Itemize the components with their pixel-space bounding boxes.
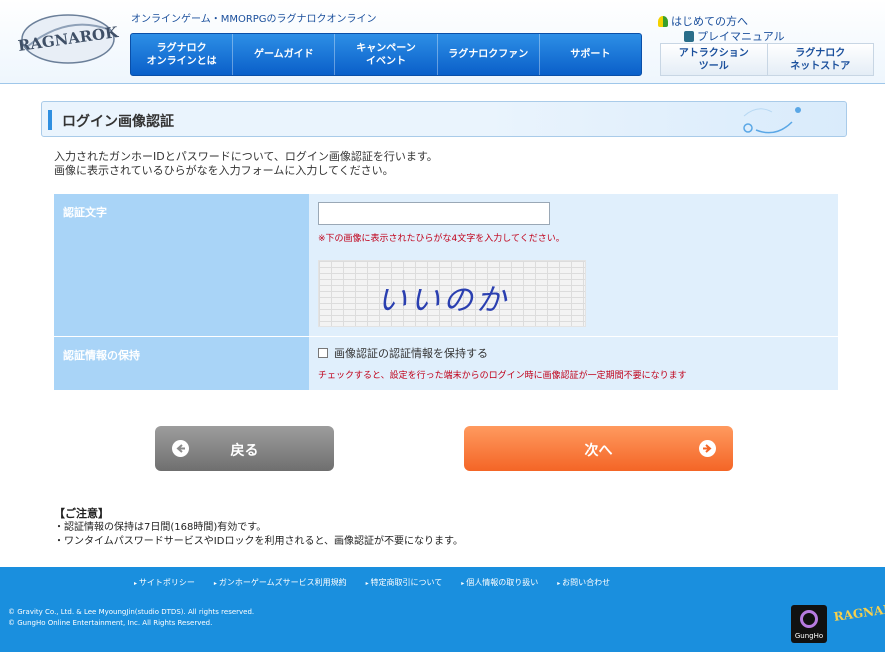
captcha-image: いいのか bbox=[318, 260, 586, 327]
main-nav: ラグナロク オンラインとは ゲームガイド キャンペーン イベント ラグナロクファ… bbox=[130, 33, 642, 76]
beginner-link-row[interactable]: はじめての方へ bbox=[658, 14, 785, 29]
copyright-line-1: © Gravity Co., Ltd. & Lee MyoungJin(stud… bbox=[8, 608, 255, 616]
attraction-tool-button[interactable]: アトラクション ツール bbox=[661, 44, 768, 75]
ragnarok-logo[interactable]: RAGNAROK bbox=[16, 6, 120, 72]
manual-link-row[interactable]: プレイマニュアル bbox=[684, 29, 785, 44]
title-accent bbox=[48, 110, 52, 130]
nav-support[interactable]: サポート bbox=[540, 34, 641, 75]
bubble-decoration-icon bbox=[743, 107, 801, 134]
copyright-line-2: © GungHo Online Entertainment, Inc. All … bbox=[8, 619, 213, 627]
intro-line-1: 入力されたガンホーIDとパスワードについて、ログイン画像認証を行います。 bbox=[54, 150, 438, 163]
book-icon bbox=[684, 31, 694, 42]
footer-link-commerce[interactable]: 特定商取引について bbox=[366, 577, 443, 588]
site-footer: サイトポリシー ガンホーゲームズサービス利用規約 特定商取引について 個人情報の… bbox=[0, 567, 885, 652]
auth-text-cell: ※下の画像に表示されたひらがな4文字を入力してください。 いいのか bbox=[309, 194, 838, 336]
caution-line-1: ・認証情報の保持は7日間(168時間)有効です。 bbox=[54, 522, 267, 533]
top-links: はじめての方へ プレイマニュアル bbox=[658, 14, 785, 44]
net-store-button[interactable]: ラグナロク ネットストア bbox=[768, 44, 874, 75]
auth-text-label: 認証文字 bbox=[54, 194, 309, 336]
gungho-ring-icon bbox=[800, 610, 818, 628]
captcha-form: 認証文字 ※下の画像に表示されたひらがな4文字を入力してください。 いいのか 認… bbox=[54, 194, 838, 390]
keep-auth-label: 認証情報の保持 bbox=[54, 337, 309, 390]
nav-about[interactable]: ラグナロク オンラインとは bbox=[131, 34, 234, 75]
nav-campaign[interactable]: キャンペーン イベント bbox=[335, 34, 438, 75]
caution-notes: 【ご注意】 ・認証情報の保持は7日間(168時間)有効です。 ・ワンタイムパスワ… bbox=[54, 507, 463, 549]
copyright: © Gravity Co., Ltd. & Lee MyoungJin(stud… bbox=[8, 607, 254, 629]
footer-link-terms[interactable]: ガンホーゲームズサービス利用規約 bbox=[214, 577, 347, 588]
caution-title: 【ご注意】 bbox=[54, 507, 109, 520]
back-button[interactable]: 戻る bbox=[155, 426, 334, 471]
footer-link-privacy[interactable]: 個人情報の取り扱い bbox=[461, 577, 538, 588]
page-title-bar: ログイン画像認証 bbox=[41, 101, 847, 137]
manual-link[interactable]: プレイマニュアル bbox=[697, 29, 785, 44]
site-tagline: オンラインゲーム・MMORPGのラグナロクオンライン bbox=[131, 14, 377, 25]
gungho-logo-text: GungHo bbox=[794, 632, 824, 640]
intro-text: 入力されたガンホーIDとパスワードについて、ログイン画像認証を行います。 画像に… bbox=[54, 150, 438, 178]
keep-auth-note: チェックすると、設定を行った端末からのログイン時に画像認証が一定期間不要になりま… bbox=[318, 371, 687, 381]
footer-link-contact[interactable]: お問い合わせ bbox=[557, 577, 610, 588]
keep-auth-option[interactable]: 画像認証の認証情報を保持する bbox=[318, 345, 829, 361]
next-button-label: 次へ bbox=[584, 443, 613, 459]
arrow-right-icon bbox=[699, 440, 716, 457]
next-button[interactable]: 次へ bbox=[464, 426, 733, 471]
keep-auth-row: 認証情報の保持 画像認証の認証情報を保持する チェックすると、設定を行った端末か… bbox=[54, 337, 838, 390]
nav-game-guide[interactable]: ゲームガイド bbox=[233, 34, 336, 75]
ragnarok-footer-logo[interactable]: RAGNAROK bbox=[833, 599, 885, 644]
keep-auth-cell: 画像認証の認証情報を保持する チェックすると、設定を行った端末からのログイン時に… bbox=[309, 337, 838, 390]
captcha-input[interactable] bbox=[318, 202, 550, 225]
auth-text-row: 認証文字 ※下の画像に表示されたひらがな4文字を入力してください。 いいのか bbox=[54, 194, 838, 336]
site-header: RAGNAROK オンラインゲーム・MMORPGのラグナロクオンライン ラグナロ… bbox=[0, 0, 885, 84]
gungho-logo[interactable]: GungHo bbox=[791, 605, 827, 643]
page-title: ログイン画像認証 bbox=[62, 114, 174, 130]
beginner-link[interactable]: はじめての方へ bbox=[671, 14, 748, 29]
side-buttons: アトラクション ツール ラグナロク ネットストア bbox=[660, 43, 874, 76]
footer-links: サイトポリシー ガンホーゲームズサービス利用規約 特定商取引について 個人情報の… bbox=[134, 577, 610, 588]
nav-fan[interactable]: ラグナロクファン bbox=[438, 34, 540, 75]
keep-auth-checkbox-label[interactable]: 画像認証の認証情報を保持する bbox=[334, 345, 488, 361]
keep-auth-checkbox[interactable] bbox=[318, 348, 328, 358]
beginner-leaf-icon bbox=[658, 16, 668, 27]
auth-text-note: ※下の画像に表示されたひらがな4文字を入力してください。 bbox=[318, 234, 565, 244]
back-button-label: 戻る bbox=[230, 443, 259, 459]
caution-line-2: ・ワンタイムパスワードサービスやIDロックを利用されると、画像認証が不要になりま… bbox=[54, 536, 464, 547]
captcha-text: いいのか bbox=[377, 283, 509, 318]
footer-link-site-policy[interactable]: サイトポリシー bbox=[134, 577, 195, 588]
intro-line-2: 画像に表示されているひらがなを入力フォームに入力してください。 bbox=[54, 164, 394, 177]
